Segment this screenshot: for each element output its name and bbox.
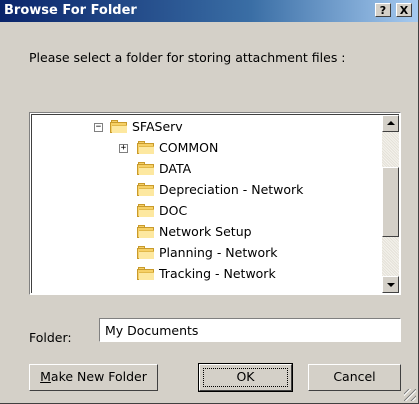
arrow-up-icon [387,121,395,125]
scroll-up-button[interactable] [382,115,399,132]
arrow-down-icon [387,283,395,287]
folder-icon [137,267,155,280]
resize-grip-icon[interactable] [404,389,416,401]
tree-item-label: DATA [159,161,192,176]
folder-icon [137,225,155,238]
help-button[interactable]: ? [375,3,391,17]
folder-open-icon [110,120,128,133]
folder-label: Folder: [29,330,72,345]
vertical-scrollbar[interactable] [382,115,399,293]
tree-item-label: COMMON [159,140,219,155]
folder-icon [137,246,155,259]
folder-tree-viewport: − SFAServ + COMMON DATA Depreciation - N… [31,114,399,293]
close-button[interactable]: X [396,3,412,17]
tree-item-doc[interactable]: DOC [137,201,187,221]
tree-item-label: DOC [159,203,188,218]
tree-item-tracking-network[interactable]: Tracking - Network [137,264,276,284]
title-bar[interactable]: Browse For Folder ? X [0,0,418,22]
ok-button[interactable]: OK [198,363,293,392]
mnemonic-letter: M [40,369,51,384]
collapse-toggle[interactable]: − [94,123,103,132]
make-new-folder-button[interactable]: Make New Folder [29,364,158,391]
button-label: Cancel [333,369,376,384]
tree-item-label: Network Setup [159,224,252,239]
folder-icon [137,183,155,196]
browse-for-folder-dialog: Browse For Folder ? X Please select a fo… [0,0,419,404]
tree-item-sfaserv[interactable]: SFAServ [110,117,183,137]
folder-icon [137,141,155,154]
instruction-text: Please select a folder for storing attac… [29,50,346,65]
button-label: ake New Folder [50,369,147,384]
tree-item-depreciation-network[interactable]: Depreciation - Network [137,180,303,200]
tree-item-planning-network[interactable]: Planning - Network [137,243,278,263]
folder-icon [137,204,155,217]
tree-item-label: Depreciation - Network [159,182,304,197]
folder-tree[interactable]: − SFAServ + COMMON DATA Depreciation - N… [29,112,401,295]
focus-rect [203,368,288,387]
scroll-down-button[interactable] [382,276,399,293]
tree-item-label: Planning - Network [159,245,278,260]
cancel-button[interactable]: Cancel [308,364,401,391]
folder-icon [137,162,155,175]
expand-toggle[interactable]: + [119,144,128,153]
tree-item-data[interactable]: DATA [137,159,191,179]
folder-input[interactable] [99,318,401,342]
window-title: Browse For Folder [4,3,137,18]
tree-item-label: SFAServ [132,119,183,134]
tree-item-label: Tracking - Network [159,266,276,281]
tree-item-network-setup[interactable]: Network Setup [137,222,252,242]
scroll-thumb[interactable] [382,167,399,237]
tree-item-common[interactable]: COMMON [137,138,218,158]
